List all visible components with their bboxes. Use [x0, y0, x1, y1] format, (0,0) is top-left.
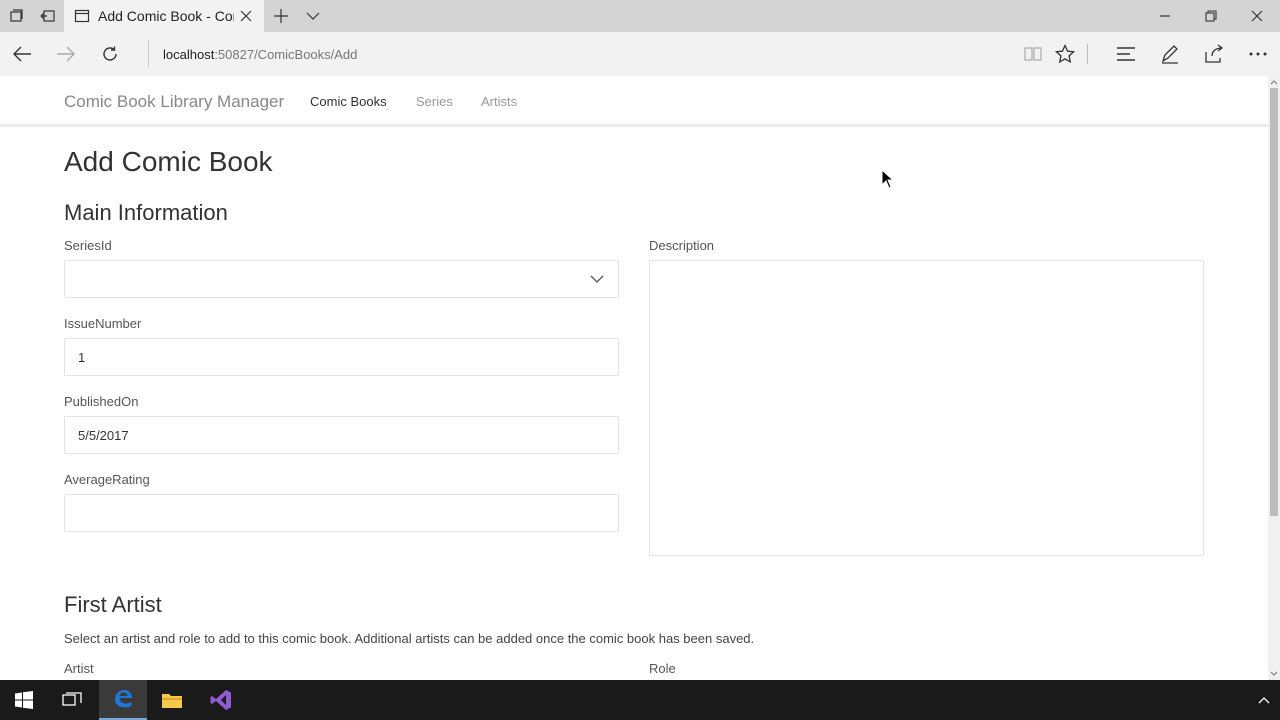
page-favicon-icon	[74, 8, 90, 24]
close-tab-icon[interactable]	[238, 8, 254, 24]
description-textarea[interactable]	[649, 260, 1204, 556]
average-rating-label: AverageRating	[64, 472, 150, 487]
page-scrollbar[interactable]	[1268, 76, 1280, 680]
description-label: Description	[649, 238, 715, 253]
visual-studio-icon[interactable]	[197, 680, 245, 720]
tab-preview-chevron-icon[interactable]	[302, 0, 324, 32]
browser-tab[interactable]: Add Comic Book - Com	[64, 0, 264, 32]
chevron-down-icon	[590, 272, 604, 286]
nav-series[interactable]: Series	[416, 94, 453, 109]
scroll-down-icon[interactable]	[1268, 668, 1280, 680]
site-navbar: Comic Book Library Manager Comic Books S…	[0, 76, 1268, 127]
address-toolbar: localhost:50827/ComicBooks/Add	[0, 32, 1280, 76]
browser-tab-bar: Add Comic Book - Com	[0, 0, 1280, 32]
tab-sets-icon[interactable]	[0, 0, 32, 32]
artist-label: Artist	[64, 661, 94, 676]
url-path: :50827/ComicBooks/Add	[214, 46, 358, 62]
tab-aside-icon[interactable]	[32, 0, 64, 32]
file-explorer-icon[interactable]	[148, 680, 196, 720]
restore-icon[interactable]	[1188, 0, 1234, 32]
series-id-select[interactable]	[64, 260, 619, 298]
published-on-label: PublishedOn	[64, 394, 139, 409]
tab-title: Add Comic Book - Com	[98, 8, 234, 24]
scrollbar-thumb[interactable]	[1270, 88, 1278, 516]
role-label: Role	[649, 661, 676, 676]
task-view-icon[interactable]	[48, 680, 96, 720]
nav-artists[interactable]: Artists	[481, 94, 517, 109]
series-id-label: SeriesId	[64, 238, 112, 253]
published-on-input[interactable]: 5/5/2017	[64, 416, 619, 454]
edge-icon[interactable]	[99, 680, 147, 720]
mouse-cursor-icon	[881, 168, 895, 189]
show-hidden-icons-icon[interactable]	[1256, 692, 1272, 708]
page-title: Add Comic Book	[64, 146, 273, 177]
issue-number-input[interactable]: 1	[64, 338, 619, 376]
url-field[interactable]: localhost:50827/ComicBooks/Add	[148, 40, 1008, 68]
favorite-star-icon[interactable]	[1043, 32, 1087, 76]
forward-arrow-icon[interactable]	[44, 32, 88, 76]
windows-start-icon[interactable]	[0, 680, 48, 720]
issue-number-value: 1	[78, 349, 86, 365]
web-note-icon[interactable]	[1148, 32, 1192, 76]
close-window-icon[interactable]	[1234, 0, 1280, 32]
share-icon[interactable]	[1192, 32, 1236, 76]
issue-number-label: IssueNumber	[64, 316, 142, 331]
back-arrow-icon[interactable]	[0, 32, 44, 76]
minimize-icon[interactable]	[1142, 0, 1188, 32]
first-artist-heading: First Artist	[64, 592, 162, 617]
hub-icon[interactable]	[1104, 32, 1148, 76]
page-viewport: Comic Book Library Manager Comic Books S…	[0, 76, 1268, 680]
scroll-up-icon[interactable]	[1268, 76, 1280, 88]
url-host: localhost	[163, 46, 215, 62]
artist-help-text: Select an artist and role to add to this…	[64, 631, 755, 646]
nav-comic-books[interactable]: Comic Books	[310, 94, 387, 109]
new-tab-icon[interactable]	[270, 0, 292, 32]
more-icon[interactable]	[1236, 32, 1280, 76]
windows-taskbar	[0, 680, 1280, 720]
site-brand[interactable]: Comic Book Library Manager	[64, 92, 284, 112]
average-rating-input[interactable]	[64, 494, 619, 532]
published-on-value: 5/5/2017	[78, 427, 129, 443]
refresh-icon[interactable]	[88, 32, 132, 76]
main-information-heading: Main Information	[64, 200, 228, 225]
toolbar-separator	[1087, 44, 1088, 64]
